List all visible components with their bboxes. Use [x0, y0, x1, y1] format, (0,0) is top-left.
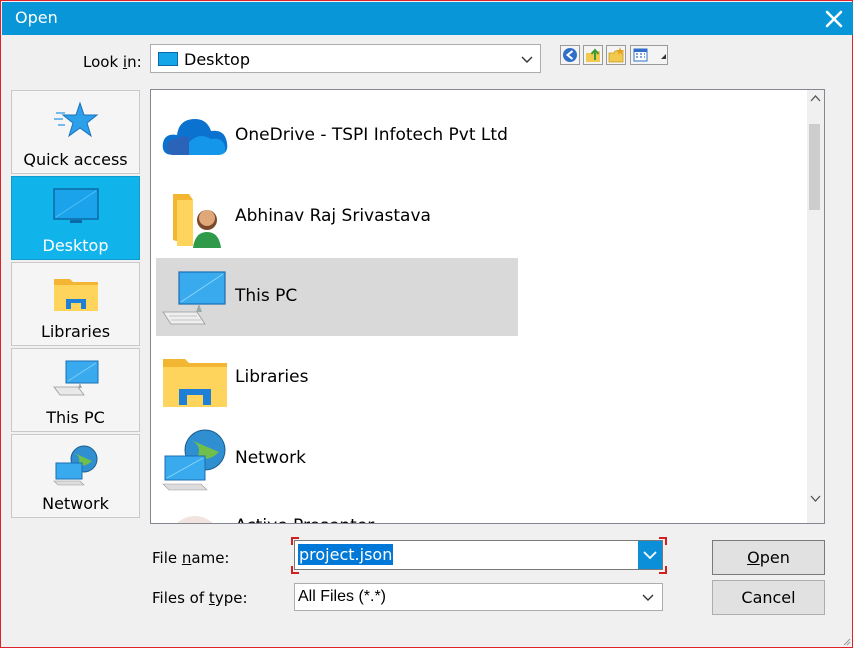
places-bar: Quick access Desktop Libraries This PC N… — [11, 90, 140, 518]
look-in-value: Desktop — [184, 50, 250, 69]
scroll-down-icon[interactable] — [809, 492, 822, 505]
look-in-label-suffix: n: — [127, 53, 142, 71]
file-name: Abhinav Raj Srivastava — [235, 206, 431, 226]
look-in-label-text: Look — [83, 53, 123, 71]
file-list[interactable]: OneDrive - TSPI Infotech Pvt Ltd Abhinav… — [150, 89, 825, 524]
look-in-label: Look in: — [83, 53, 142, 71]
place-label: Libraries — [40, 322, 111, 341]
file-type-value: All Files (*.*) — [298, 588, 387, 605]
desktop-icon — [53, 188, 99, 223]
network-icon — [53, 445, 98, 486]
place-label: Network — [42, 494, 109, 513]
back-button[interactable] — [560, 45, 580, 65]
cancel-button[interactable]: Cancel — [712, 580, 825, 615]
focus-corner-mark — [659, 537, 667, 545]
file-name: Libraries — [235, 367, 309, 387]
desktop-icon — [158, 52, 178, 66]
file-name-accelerator: n — [181, 549, 192, 567]
list-item-network[interactable]: Network — [156, 420, 518, 498]
file-name: OneDrive - TSPI Infotech Pvt Ltd — [235, 125, 508, 145]
file-type-label-text: Files of — [152, 589, 209, 607]
computer-icon — [53, 360, 99, 396]
look-in-combobox[interactable]: Desktop — [150, 44, 541, 73]
close-icon — [825, 10, 843, 28]
network-icon — [162, 429, 226, 491]
new-folder-button[interactable] — [606, 45, 626, 65]
place-libraries[interactable]: Libraries — [11, 262, 140, 346]
place-this-pc[interactable]: This PC — [11, 348, 140, 432]
place-desktop[interactable]: Desktop — [11, 176, 140, 260]
open-accelerator: O — [747, 548, 760, 567]
open-button-label: pen — [759, 548, 790, 567]
list-item-user-folder[interactable]: Abhinav Raj Srivastava — [156, 178, 518, 256]
computer-icon — [162, 271, 226, 325]
chevron-down-icon — [643, 551, 657, 560]
list-item-this-pc[interactable]: This PC — [156, 258, 518, 336]
place-label: Quick access — [23, 150, 128, 169]
back-arrow-icon — [560, 45, 580, 65]
up-folder-button[interactable] — [583, 45, 603, 65]
file-name-input[interactable]: project.json — [294, 540, 663, 570]
app-icon — [177, 516, 213, 523]
place-network[interactable]: Network — [11, 434, 140, 518]
file-name: Network — [235, 448, 306, 468]
vertical-scrollbar[interactable] — [807, 90, 824, 523]
list-item-active-presenter[interactable]: Active Presenter — [156, 488, 518, 523]
scroll-up-icon[interactable] — [809, 92, 822, 105]
list-item-libraries[interactable]: Libraries — [156, 339, 518, 417]
file-name: This PC — [235, 286, 298, 306]
chevron-down-icon[interactable] — [641, 590, 655, 604]
window-title: Open — [15, 8, 58, 27]
file-name-label: File name: — [152, 549, 229, 567]
libraries-icon — [54, 279, 98, 311]
view-menu-icon — [630, 45, 668, 65]
focus-corner-mark — [291, 537, 299, 545]
view-menu-button[interactable] — [630, 45, 668, 65]
file-name: Active Presenter — [235, 516, 374, 523]
scroll-thumb[interactable] — [809, 124, 820, 210]
up-folder-icon — [583, 45, 603, 65]
place-quick-access[interactable]: Quick access — [11, 90, 140, 174]
star-icon — [54, 101, 99, 138]
chevron-down-icon[interactable] — [520, 52, 534, 66]
file-name-value: project.json — [298, 544, 394, 565]
new-folder-icon — [606, 45, 626, 65]
open-button[interactable]: Open — [712, 540, 825, 575]
file-type-combobox[interactable]: All Files (*.*) — [294, 583, 663, 611]
list-item-onedrive[interactable]: OneDrive - TSPI Infotech Pvt Ltd — [156, 97, 518, 175]
place-label: Desktop — [42, 236, 109, 255]
close-button[interactable] — [823, 8, 845, 30]
file-type-label: Files of type: — [152, 589, 248, 607]
resize-grip-icon[interactable] — [841, 636, 851, 646]
focus-corner-mark — [659, 566, 667, 574]
libraries-icon — [163, 359, 227, 407]
file-name-label-text: File — [152, 549, 182, 567]
title-bar[interactable]: Open — [2, 2, 853, 35]
file-type-label-suffix: ype: — [214, 589, 248, 607]
place-label: This PC — [46, 408, 105, 427]
file-name-dropdown-button[interactable] — [638, 541, 662, 569]
user-folder-icon — [173, 194, 221, 248]
focus-corner-mark — [291, 566, 299, 574]
cloud-icon — [162, 119, 228, 155]
file-name-label-suffix: ame: — [191, 549, 230, 567]
